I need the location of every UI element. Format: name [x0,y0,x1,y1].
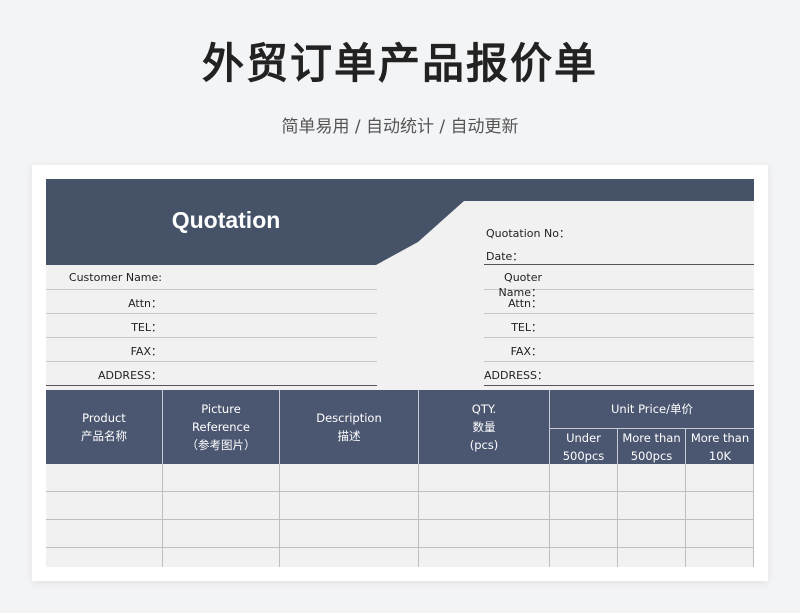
tier-more-10k: More than 10K [686,428,754,464]
table-cell[interactable] [618,520,686,548]
table-cell[interactable] [280,548,419,567]
table-cell[interactable] [550,548,618,567]
quotation-card: Quotation Quotation No： Date： Customer N… [32,165,768,581]
table-cell[interactable] [618,492,686,520]
customer-field-row[interactable]: Customer Name: [46,266,377,290]
customer-field-row[interactable]: TEL： [46,314,377,338]
date-underline [484,264,754,265]
table-cell[interactable] [280,464,419,492]
table-cell[interactable] [46,492,163,520]
quoter-field-row[interactable]: Quoter Name： [484,266,754,299]
col-picture-en2: Reference [192,420,250,434]
customer-field-label: Attn： [128,297,162,310]
quoter-field-row[interactable]: FAX： [484,338,754,362]
col-qty-cn: 数量 [472,420,496,434]
table-cell[interactable] [419,492,550,520]
customer-field-row[interactable]: Attn： [46,290,377,314]
col-description-cn: 描述 [337,429,361,443]
customer-field-label: FAX： [130,345,162,358]
col-qty-unit: (pcs) [469,438,499,452]
col-description: Description 描述 [280,390,419,464]
table-cell[interactable] [419,464,550,492]
quotation-title: Quotation [171,207,281,233]
page-subtitle: 简单易用 / 自动统计 / 自动更新 [281,117,519,137]
col-product-en: Product [82,411,126,425]
quoter-field-label: TEL： [511,321,542,334]
col-qty: QTY. 数量 (pcs) [419,390,550,464]
table-cell[interactable] [163,520,280,548]
quoter-field-row[interactable]: TEL： [484,314,754,338]
table-cell[interactable] [686,492,754,520]
table-cell[interactable] [163,492,280,520]
quoter-field-label: FAX： [510,345,542,358]
customer-field-label: ADDRESS： [97,369,162,382]
customer-field-label: TEL： [131,321,162,334]
table-cell[interactable] [419,548,550,567]
tier-line2: 10K [708,448,732,463]
col-picture-cn: （参考图片） [186,438,256,452]
table-cell[interactable] [618,548,686,567]
table-cell[interactable] [46,548,163,567]
col-picture-en: Picture [201,402,241,416]
customer-field-row[interactable]: FAX： [46,338,377,362]
table-cell[interactable] [280,520,419,548]
unit-price-label: Unit Price/单价 [611,402,693,416]
table-row [46,492,754,520]
table-cell[interactable] [686,548,754,567]
customer-field-label: Customer Name: [68,271,162,284]
quoter-field-row[interactable]: ADDRESS： [484,362,754,386]
tier-line1: Under [566,430,601,445]
col-product-cn: 产品名称 [81,429,127,443]
table-cell[interactable] [686,464,754,492]
tier-under-500: Under 500pcs [550,428,618,464]
quoter-field-label: Attn： [508,297,542,310]
table-cell[interactable] [163,464,280,492]
tier-more-500: More than 500pcs [618,428,686,464]
tier-line1: More than [690,430,750,445]
table-cell[interactable] [280,492,419,520]
tier-line2: 500pcs [562,448,605,463]
table-cell[interactable] [46,520,163,548]
table-row [46,520,754,548]
col-description-en: Description [316,411,382,425]
table-row [46,548,754,567]
table-cell[interactable] [46,464,163,492]
col-picture: Picture Reference （参考图片） [163,390,280,464]
customer-field-row[interactable]: ADDRESS： [46,362,377,386]
col-unit-price: Unit Price/单价 [550,390,754,428]
table-cell[interactable] [618,464,686,492]
tier-line2: 500pcs [630,448,673,463]
table-header: Product 产品名称 Picture Reference （参考图片） De… [46,390,754,464]
table-cell[interactable] [686,520,754,548]
col-qty-en: QTY. [471,402,497,416]
table-cell[interactable] [163,548,280,567]
quoter-field-label: ADDRESS： [484,369,549,382]
table-cell[interactable] [550,464,618,492]
tier-line1: More than [622,430,681,445]
col-product: Product 产品名称 [46,390,163,464]
table-row [46,464,754,492]
quoter-field-row[interactable]: Attn： [484,290,754,314]
quotation-sheet: Quotation Quotation No： Date： Customer N… [46,179,754,567]
date-label: Date： [486,250,524,263]
table-cell[interactable] [550,492,618,520]
table-cell[interactable] [550,520,618,548]
page-title: 外贸订单产品报价单 [201,39,598,88]
quotation-no-label: Quotation No： [486,227,570,240]
table-cell[interactable] [419,520,550,548]
